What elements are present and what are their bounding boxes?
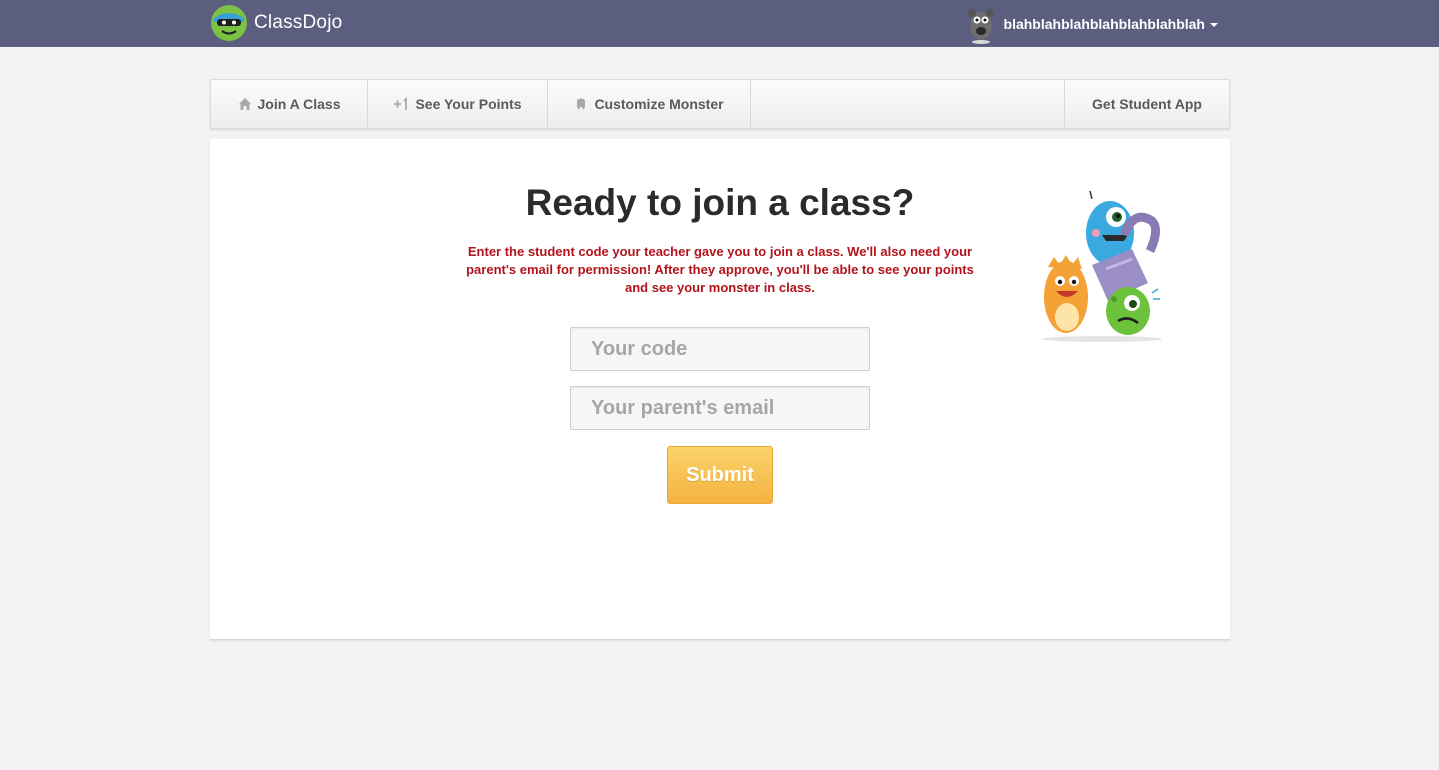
nav-item-label: Customize Monster	[594, 96, 724, 112]
nav-bar: Join A Class See Your Points Customize M…	[210, 79, 1230, 129]
user-name: blahblahblahblahblahblahblah	[1003, 16, 1205, 32]
top-bar: ClassDojo blahblahblahblahblahblahblah	[0, 0, 1439, 47]
user-menu[interactable]: blahblahblahblahblahblahblah	[966, 4, 1218, 44]
nav-item-label: Get Student App	[1092, 96, 1202, 112]
nav-item-customize-monster[interactable]: Customize Monster	[548, 80, 751, 128]
caret-down-icon	[1210, 23, 1218, 27]
plus-one-icon	[393, 97, 409, 111]
brand-name: ClassDojo	[254, 12, 343, 33]
nav-item-see-points[interactable]: See Your Points	[368, 80, 548, 128]
student-code-input[interactable]	[570, 327, 870, 371]
parent-email-input[interactable]	[570, 386, 870, 430]
join-class-panel: Ready to join a class? Enter the student…	[210, 139, 1230, 640]
classdojo-logo-icon	[211, 5, 247, 41]
monster-avatar-icon	[967, 9, 994, 44]
home-icon	[238, 97, 252, 111]
instructions-text: Enter the student code your teacher gave…	[466, 244, 974, 295]
get-student-app-link[interactable]: Get Student App	[1064, 80, 1229, 128]
nav-item-label: See Your Points	[415, 96, 522, 112]
nav-item-join-class[interactable]: Join A Class	[211, 80, 368, 128]
nav-item-label: Join A Class	[257, 96, 341, 112]
monsters-with-lock-illustration	[1042, 190, 1162, 342]
brand-link[interactable]: ClassDojo	[210, 4, 342, 42]
monster-icon	[574, 97, 588, 111]
submit-button[interactable]: Submit	[667, 446, 773, 504]
